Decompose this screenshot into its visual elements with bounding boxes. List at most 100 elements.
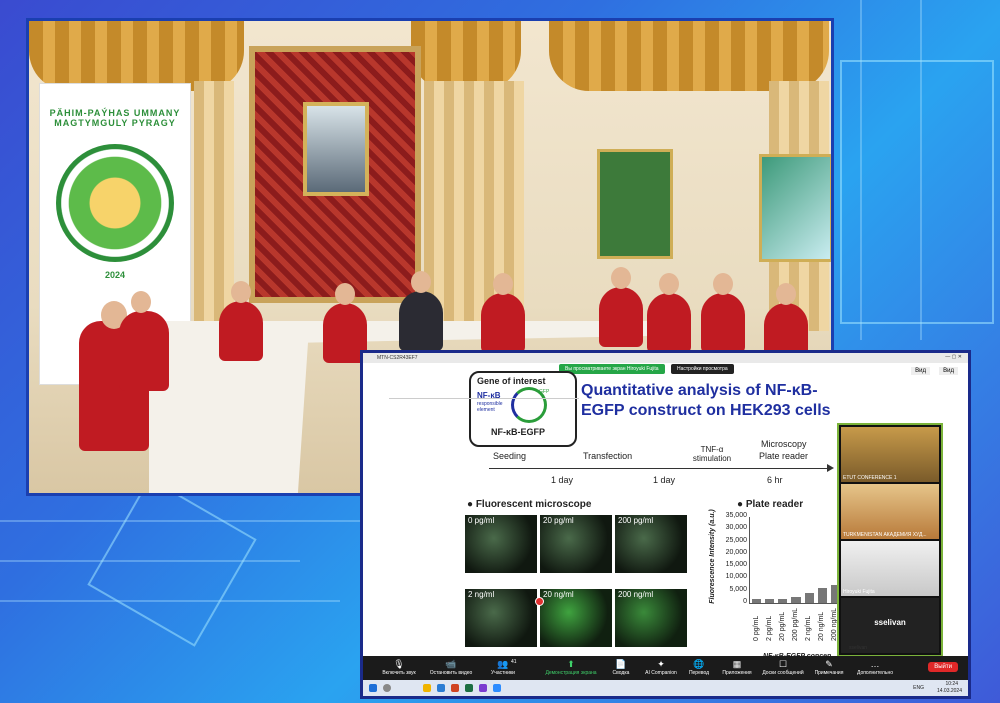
bg-hexagon bbox=[87, 477, 257, 647]
participant bbox=[701, 273, 745, 353]
chart-category-label: 200 pg/mL bbox=[792, 607, 799, 641]
microscope-image: 2 ng/ml bbox=[465, 589, 537, 647]
microscope-label: 0 pg/ml bbox=[468, 516, 495, 525]
taskbar-app-icon[interactable] bbox=[479, 684, 487, 692]
chart-ytick-label: 20,000 bbox=[725, 548, 747, 556]
chart-bar bbox=[804, 593, 814, 603]
element-label: element bbox=[477, 407, 495, 413]
meeting-toolbar: 🎙 Включить звук 📹 Остановить видео 👥 Участн… bbox=[363, 656, 968, 680]
participant bbox=[219, 281, 263, 361]
plate-reader-heading: ● Plate reader bbox=[737, 499, 804, 510]
fluorescent-heading: ● Fluorescent microscope bbox=[467, 499, 592, 510]
plate-reader-chart: 0 pg/mL 2 pg/mL 20 pg/mL 200 pg/mL 2 ng/mL 20… bbox=[726, 512, 842, 641]
camera-icon: 📹 bbox=[445, 659, 457, 669]
chart-ytick-label: 30,000 bbox=[725, 524, 747, 532]
timeline-step: Transfection bbox=[583, 451, 633, 461]
window-titlebar: MTN-CS2R43EF7 — ▢ ✕ bbox=[363, 353, 968, 363]
video-gallery[interactable]: ETUT CONFERENCE 1 TURKMENISTAN АКАДЕМИЯ … bbox=[837, 423, 943, 657]
microscope-label: 20 pg/ml bbox=[543, 516, 574, 525]
window-controls[interactable]: — ▢ ✕ bbox=[945, 354, 962, 360]
timeline-step: Microscopy bbox=[761, 439, 807, 449]
clock-time[interactable]: 10:24 bbox=[945, 681, 958, 687]
taskbar-app-icon[interactable] bbox=[465, 684, 473, 692]
microscope-image: 0 pg/ml bbox=[465, 515, 537, 573]
windows-start-icon[interactable] bbox=[369, 684, 377, 692]
microscope-label: 2 ng/ml bbox=[468, 590, 495, 599]
timeline-step: Seeding bbox=[493, 451, 527, 461]
timeline-interval: 1 day bbox=[653, 475, 676, 485]
chart-ytick-label: 10,000 bbox=[725, 573, 747, 581]
leave-button[interactable]: Выйти bbox=[928, 662, 958, 672]
participant-head bbox=[713, 273, 733, 295]
notes-button[interactable]: ✎ Примечания bbox=[803, 659, 855, 676]
chart-ytick-label: 35,000 bbox=[725, 512, 747, 519]
chart-bar bbox=[791, 596, 801, 603]
video-tile[interactable]: ETUT CONFERENCE 1 bbox=[841, 427, 939, 482]
participant bbox=[599, 267, 643, 347]
mute-button[interactable]: 🎙 Включить звук bbox=[373, 659, 425, 676]
plate-reader-heading-text: Plate reader bbox=[745, 499, 804, 510]
participant-head bbox=[659, 273, 679, 295]
banner-year: 2024 bbox=[104, 270, 126, 280]
microscope-label: 200 ng/ml bbox=[618, 590, 654, 599]
gene-callout: Gene of interest NF-κB responsible eleme… bbox=[469, 371, 577, 447]
curtain-drape bbox=[194, 81, 234, 321]
participant bbox=[647, 273, 691, 353]
language-indicator[interactable]: ENG bbox=[913, 685, 924, 691]
microscope-image: 20 ng/ml bbox=[540, 589, 612, 647]
gallery-footer-name: sselivan bbox=[849, 645, 868, 651]
taskbar-app-icon[interactable] bbox=[451, 684, 459, 692]
participant bbox=[481, 273, 525, 353]
share-screen-icon: ⬆ bbox=[567, 659, 575, 669]
chart-ytick-label: 0 bbox=[743, 598, 747, 605]
microscope-image: 200 ng/ml bbox=[615, 589, 687, 647]
timeline-step: Plate reader bbox=[759, 451, 809, 461]
timeline-axis bbox=[489, 468, 829, 469]
participant-head bbox=[611, 267, 631, 289]
wall-carpet bbox=[249, 46, 421, 303]
slide-title: Quantitative analysis of NF-κB-EGFP cons… bbox=[581, 382, 831, 419]
chart-category-label: 20 pg/mL bbox=[778, 611, 786, 641]
microscope-label: 20 ng/ml bbox=[543, 590, 574, 599]
chart-category-label: 20 ng/mL bbox=[818, 611, 826, 641]
video-tile[interactable]: TURKMENISTAN АКАДЕМИЯ ХУД... bbox=[841, 484, 939, 539]
participants-icon: 👥 bbox=[497, 659, 509, 669]
windows-taskbar: ENG 10:24 14.03.2024 bbox=[363, 680, 968, 696]
chart-ytick-label: 25,000 bbox=[725, 536, 747, 544]
taskbar-app-icon[interactable] bbox=[437, 684, 445, 692]
poet-emblem bbox=[56, 144, 174, 262]
participant-head bbox=[493, 273, 513, 295]
share-screen-button[interactable]: ⬆ Демонстрация экрана bbox=[539, 659, 603, 676]
participants-button[interactable]: 👥 Участники 41 bbox=[477, 659, 529, 676]
more-button[interactable]: … Дополнительно bbox=[849, 659, 901, 676]
whiteboard-icon: ☐ bbox=[778, 659, 788, 669]
zoom-window[interactable]: MTN-CS2R43EF7 — ▢ ✕ Вы просматриваете эк… bbox=[360, 350, 971, 699]
participant bbox=[399, 271, 443, 351]
microscope-label: 200 pg/ml bbox=[618, 516, 654, 525]
chart-bar bbox=[765, 598, 775, 603]
taskbar-app-icon[interactable] bbox=[493, 684, 501, 692]
video-tile[interactable]: Hiroyuki Fujita bbox=[841, 541, 939, 596]
chart-ylabel: Fluorescence Intensity (a.u.) bbox=[708, 509, 716, 604]
portrait bbox=[303, 102, 369, 196]
video-button[interactable]: 📹 Остановить видео bbox=[425, 659, 477, 676]
apps-button[interactable]: ▦ Приложения bbox=[711, 659, 763, 676]
taskbar-app-icon[interactable] bbox=[423, 684, 431, 692]
view-button[interactable]: Вид bbox=[911, 367, 930, 375]
tile-name: Hiroyuki Fujita bbox=[843, 589, 875, 595]
chart-ytick-label: 15,000 bbox=[725, 561, 747, 569]
timeline-arrow-icon bbox=[827, 464, 834, 472]
cursor-pointer-icon bbox=[535, 597, 544, 606]
view-button[interactable]: Вид bbox=[939, 367, 958, 375]
shared-slide: Gene of interest NF-κB responsible eleme… bbox=[369, 367, 842, 662]
search-icon[interactable] bbox=[383, 684, 391, 692]
whiteboards-button[interactable]: ☐ Доски сообщений bbox=[757, 659, 809, 676]
chart-category-label: 0 pg/mL bbox=[752, 615, 760, 641]
gfp-label: GFP bbox=[539, 389, 550, 395]
clock-date[interactable]: 14.03.2024 bbox=[937, 688, 962, 694]
self-name: sselivan bbox=[874, 618, 906, 627]
microscope-image: 200 pg/ml bbox=[615, 515, 687, 573]
participant-head bbox=[411, 271, 431, 293]
timeline-interval: 6 hr bbox=[767, 475, 783, 485]
participant-head bbox=[335, 283, 355, 305]
